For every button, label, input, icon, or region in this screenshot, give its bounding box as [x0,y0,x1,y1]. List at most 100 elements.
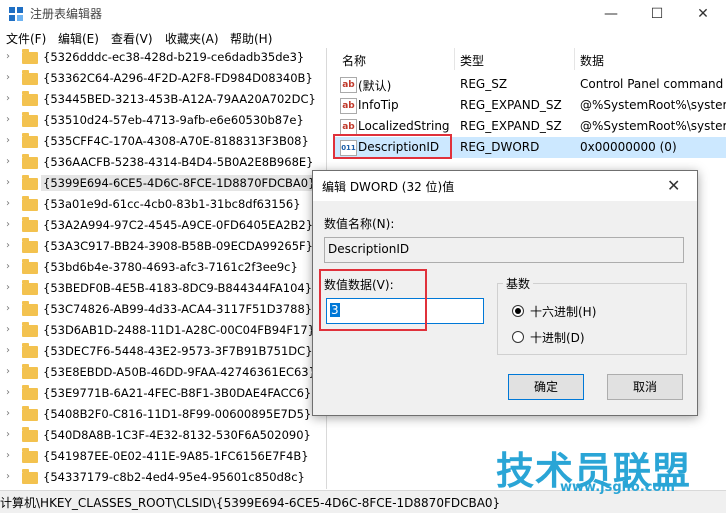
menu-bar: 文件(F) 编辑(E) 查看(V) 收藏夹(A) 帮助(H) [0,28,726,48]
menu-favorites[interactable]: 收藏夹(A) [165,30,219,47]
column-header-name[interactable]: 名称 [342,52,366,69]
value-row[interactable]: ab (默认) REG_SZ Control Panel command [334,74,726,95]
tree-item[interactable]: › {53E9771B-6A21-4FEC-B8F1-3B0DAE4FACC6} [0,384,326,405]
expand-chevron-icon[interactable]: › [6,156,10,167]
menu-edit[interactable]: 编辑(E) [58,30,99,47]
expand-chevron-icon[interactable]: › [6,93,10,104]
tree-item[interactable]: › {53445BED-3213-453B-A12A-79AA20A702DC} [0,90,326,111]
folder-icon [22,154,38,169]
folder-icon [22,343,38,358]
minimize-icon: — [604,6,618,22]
tree-item[interactable]: › {53BEDF0B-4E5B-4183-8DC9-B844344FA104} [0,279,326,300]
close-button[interactable]: ✕ [680,0,726,28]
menu-file[interactable]: 文件(F) [6,30,46,47]
tree-item[interactable]: › {54337179-c8b2-4ed4-95e4-95601c850d8c} [0,468,326,489]
expand-chevron-icon[interactable]: › [6,471,10,482]
expand-chevron-icon[interactable]: › [6,387,10,398]
string-value-icon: ab [340,77,357,93]
tree-item-label: {535CFF4C-170A-4308-A70E-8188313F3B08} [43,134,309,148]
column-divider[interactable] [454,48,455,70]
radio-hex-indicator[interactable] [512,305,524,317]
folder-icon [22,406,38,421]
key-tree[interactable]: › {5326dddc-ec38-428d-b219-ce6dadb35de3} ›… [0,48,327,489]
folder-icon [22,70,38,85]
expand-chevron-icon[interactable]: › [6,282,10,293]
radio-hex[interactable]: 十六进制(H) [512,303,632,319]
expand-chevron-icon[interactable]: › [6,429,10,440]
tree-item[interactable]: › {5399E694-6CE5-4D6C-8FCE-1D8870FDCBA0} [0,174,326,195]
tree-item[interactable]: › {536AACFB-5238-4314-B4D4-5B0A2E8B968E} [0,153,326,174]
column-header-type[interactable]: 类型 [460,52,484,69]
registry-editor-icon [9,7,23,21]
tree-item[interactable]: › {541987EE-0E02-411E-9A85-1FC6156E7F4B} [0,447,326,468]
tree-item-label: {53A2A994-97C2-4545-A9CE-0FD6405EA2B2} [43,218,314,232]
folder-icon [22,469,38,484]
expand-chevron-icon[interactable]: › [6,219,10,230]
cancel-button[interactable]: 取消 [607,374,683,400]
expand-chevron-icon[interactable]: › [6,51,10,62]
tree-item[interactable]: › {53C74826-AB99-4d33-ACA4-3117F51D3788} [0,300,326,321]
column-divider[interactable] [574,48,575,70]
expand-chevron-icon[interactable]: › [6,324,10,335]
folder-icon [22,322,38,337]
expand-chevron-icon[interactable]: › [6,177,10,188]
watermark-url: www.jsgho.com [560,480,675,495]
expand-chevron-icon[interactable]: › [6,72,10,83]
menu-view[interactable]: 查看(V) [111,30,153,47]
expand-chevron-icon[interactable]: › [6,198,10,209]
tree-item-label: {541987EE-0E02-411E-9A85-1FC6156E7F4B} [43,449,309,463]
radio-decimal-indicator[interactable] [512,331,524,343]
radio-decimal[interactable]: 十进制(D) [512,329,632,345]
value-name: InfoTip [358,98,399,112]
value-name-field: DescriptionID [324,237,684,263]
column-header-data[interactable]: 数据 [580,52,604,69]
folder-icon [22,280,38,295]
expand-chevron-icon[interactable]: › [6,303,10,314]
expand-chevron-icon[interactable]: › [6,408,10,419]
value-data: @%SystemRoot%\syster [580,98,726,112]
ok-button[interactable]: 确定 [508,374,584,400]
expand-chevron-icon[interactable]: › [6,450,10,461]
folder-icon [22,259,38,274]
expand-chevron-icon[interactable]: › [6,261,10,272]
tree-item[interactable]: › {535CFF4C-170A-4308-A70E-8188313F3B08} [0,132,326,153]
radio-decimal-label: 十进制(D) [530,331,585,345]
tree-item[interactable]: › {53A3C917-BB24-3908-B58B-09ECDA99265F} [0,237,326,258]
maximize-button[interactable]: ☐ [634,0,680,28]
tree-item[interactable]: › {53510d24-57eb-4713-9afb-e6e60530b87e} [0,111,326,132]
expand-chevron-icon[interactable]: › [6,135,10,146]
tree-item-label: {5326dddc-ec38-428d-b219-ce6dadb35de3} [43,50,305,64]
dialog-close-icon[interactable]: ✕ [667,176,680,195]
dialog-title-bar: 编辑 DWORD (32 位)值 ✕ [313,171,697,201]
tree-item[interactable]: › {53bd6b4e-3780-4693-afc3-7161c2f3ee9c} [0,258,326,279]
folder-icon [22,112,38,127]
tree-item[interactable]: › {53E8EBDD-A50B-46DD-9FAA-42746361EC63} [0,363,326,384]
expand-chevron-icon[interactable]: › [6,114,10,125]
tree-item[interactable]: › {53a01e9d-61cc-4cb0-83b1-31bc8df63156} [0,195,326,216]
value-row[interactable]: ab InfoTip REG_EXPAND_SZ @%SystemRoot%\syst… [334,95,726,116]
tree-item-label: {5408B2F0-C816-11D1-8F99-00600895E7D5} [43,407,312,421]
maximize-icon: ☐ [650,6,664,22]
tree-item[interactable]: › {53362C64-A296-4F2D-A2F8-FD984D08340B} [0,69,326,90]
window-title: 注册表编辑器 [30,7,103,21]
expand-chevron-icon[interactable]: › [6,240,10,251]
tree-item[interactable]: › {53D6AB1D-2488-11D1-A28C-00C04FB94F17} [0,321,326,342]
tree-item-label: {53a01e9d-61cc-4cb0-83b1-31bc8df63156} [43,197,301,211]
value-data: 0x00000000 (0) [580,140,677,154]
tree-item[interactable]: › {5408B2F0-C816-11D1-8F99-00600895E7D5} [0,405,326,426]
tree-item[interactable]: › {5326dddc-ec38-428d-b219-ce6dadb35de3} [0,48,326,69]
tree-item-label: {53D6AB1D-2488-11D1-A28C-00C04FB94F17} [43,323,315,337]
expand-chevron-icon[interactable]: › [6,345,10,356]
tree-item[interactable]: › {53DEC7F6-5448-43E2-9573-3F7B91B751DC} [0,342,326,363]
tree-item-label: {54337179-c8b2-4ed4-95e4-95601c850d8c} [43,470,305,484]
value-data: Control Panel command [580,77,724,91]
tree-item[interactable]: › {540D8A8B-1C3F-4E32-8132-530F6A502090} [0,426,326,447]
tree-item-label: {53DEC7F6-5448-43E2-9573-3F7B91B751DC} [43,344,313,358]
close-icon: ✕ [697,6,709,22]
minimize-button[interactable]: — [588,0,634,28]
folder-icon [22,427,38,442]
folder-icon [22,448,38,463]
expand-chevron-icon[interactable]: › [6,366,10,377]
tree-item[interactable]: › {53A2A994-97C2-4545-A9CE-0FD6405EA2B2} [0,216,326,237]
menu-help[interactable]: 帮助(H) [230,30,272,47]
